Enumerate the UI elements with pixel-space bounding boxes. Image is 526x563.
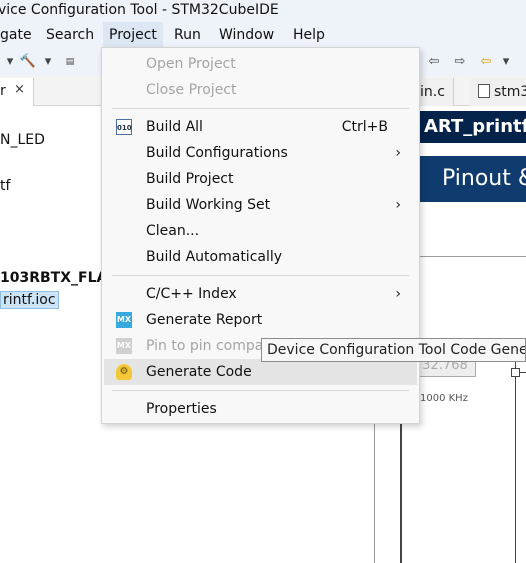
- explorer-tab[interactable]: r ×: [0, 78, 34, 106]
- tab-pinout[interactable]: Pinout &: [420, 156, 526, 202]
- menu-item-properties[interactable]: Properties: [104, 396, 417, 422]
- explorer-tab-label: r: [0, 83, 6, 99]
- clock-freq-label: 1000 KHz: [420, 393, 468, 404]
- menu-item-build-all[interactable]: 010 Build All Ctrl+B: [104, 114, 417, 140]
- menu-navigate[interactable]: gate: [0, 22, 38, 48]
- menu-help[interactable]: Help: [287, 22, 331, 48]
- menu-item-build-automatically[interactable]: Build Automatically: [104, 244, 417, 270]
- menu-item-cpp-index[interactable]: C/C++ Index ›: [104, 281, 417, 307]
- submenu-arrow-icon: ›: [395, 197, 401, 213]
- project-menu: Open Project Close Project 010 Build All…: [101, 47, 420, 424]
- menu-item-open-project[interactable]: Open Project: [104, 51, 417, 77]
- file-icon: [478, 84, 490, 98]
- previous-edit-icon[interactable]: ⇦: [476, 52, 496, 72]
- tab-stm32[interactable]: stm3: [470, 78, 526, 106]
- tab-stm32-label: stm3: [494, 84, 526, 100]
- menu-item-build-configurations[interactable]: Build Configurations ›: [104, 140, 417, 166]
- menu-run[interactable]: Run: [168, 22, 207, 48]
- tree-item[interactable]: tf: [0, 178, 10, 194]
- menu-item-build-project[interactable]: Build Project: [104, 166, 417, 192]
- mx-icon: MX: [116, 312, 132, 328]
- menu-separator: [112, 390, 409, 391]
- menu-item-close-project[interactable]: Close Project: [104, 77, 417, 103]
- window-title: vice Configuration Tool - STM32CubeIDE: [0, 2, 279, 18]
- project-explorer: N_LED tf 103RBTX_FLAS rintf.ioc: [0, 106, 117, 563]
- close-icon[interactable]: ×: [14, 82, 25, 97]
- dropdown-arrow-icon[interactable]: ▾: [38, 52, 58, 72]
- tab-main-c-label: in.c: [420, 84, 445, 100]
- menu-item-generate-report[interactable]: MX Generate Report: [104, 307, 417, 333]
- menu-bar: gate Search Project Run Window Help: [0, 22, 526, 48]
- back-icon[interactable]: ⇦: [424, 52, 444, 72]
- menu-item-clean[interactable]: Clean...: [104, 218, 417, 244]
- title-bar: vice Configuration Tool - STM32CubeIDE: [0, 0, 526, 22]
- hammer-icon[interactable]: 🔨: [18, 52, 38, 72]
- tree-item-selected[interactable]: rintf.ioc: [0, 291, 59, 309]
- tooltip: Device Configuration Tool Code Gene: [261, 338, 526, 362]
- menu-separator: [112, 275, 409, 276]
- build-all-icon: 010: [116, 119, 132, 135]
- dropdown-arrow-icon[interactable]: ▾: [0, 52, 20, 72]
- generate-code-icon: ⚙: [116, 364, 132, 380]
- menu-item-generate-code[interactable]: ⚙ Generate Code: [104, 359, 417, 385]
- canvas-line: [400, 408, 402, 563]
- binary-icon[interactable]: ▤: [60, 52, 80, 72]
- menu-search[interactable]: Search: [40, 22, 100, 48]
- menu-project[interactable]: Project: [103, 22, 163, 48]
- dropdown-arrow-icon[interactable]: ▾: [496, 52, 516, 72]
- ioc-file-title: ART_printf.: [420, 111, 526, 143]
- menu-window[interactable]: Window: [213, 22, 280, 48]
- tree-item[interactable]: 103RBTX_FLAS: [0, 270, 117, 286]
- mx-icon: MX: [116, 338, 132, 354]
- menu-separator: [112, 108, 409, 109]
- forward-icon[interactable]: ⇨: [450, 52, 470, 72]
- submenu-arrow-icon: ›: [395, 286, 401, 302]
- clock-wire: [520, 372, 526, 373]
- menu-item-build-working-set[interactable]: Build Working Set ›: [104, 192, 417, 218]
- clock-node: [511, 368, 520, 377]
- shortcut-label: Ctrl+B: [341, 119, 388, 135]
- submenu-arrow-icon: ›: [395, 145, 401, 161]
- tree-item[interactable]: N_LED: [0, 132, 45, 148]
